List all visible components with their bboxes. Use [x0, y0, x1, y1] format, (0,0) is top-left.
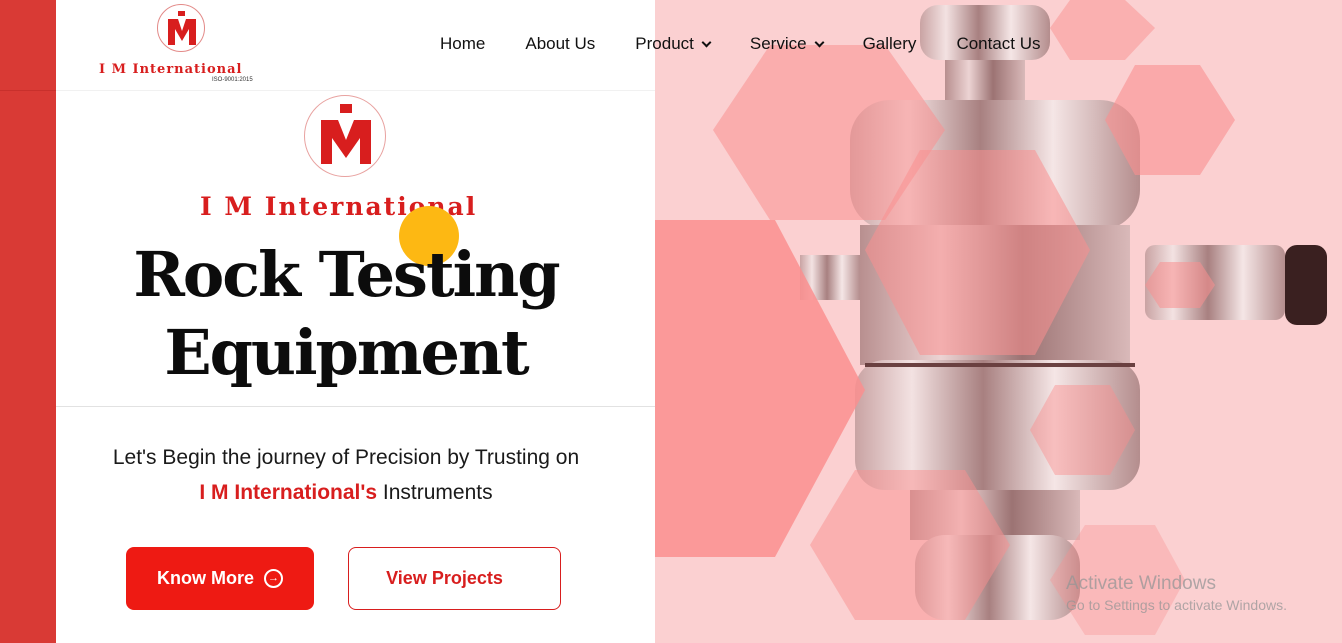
chevron-down-icon [701, 37, 712, 47]
nav-service-label: Service [749, 34, 807, 53]
hero-tagline-rest: Instruments [377, 481, 493, 504]
logo-emblem-icon [157, 4, 205, 52]
nav-product-label: Product [635, 34, 694, 53]
nav-about-label: About Us [525, 34, 596, 53]
know-more-label: Know More [157, 568, 254, 588]
hero-tagline-brand: I M International's [199, 481, 378, 504]
know-more-button[interactable]: Know More → [126, 547, 314, 610]
hero-title-line1: Rock Testing [133, 238, 560, 311]
watermark-title: Activate Windows [1066, 573, 1216, 594]
arrow-right-circle-icon: → [264, 569, 283, 588]
nav-about-us[interactable]: About Us [525, 34, 595, 54]
nav-gallery[interactable]: Gallery [863, 34, 917, 54]
view-projects-label: View Projects [386, 568, 503, 588]
nav-contact-label: Contact Us [956, 34, 1041, 53]
view-projects-button[interactable]: View Projects [348, 547, 561, 610]
hero-title-line2: Equipment [164, 316, 529, 389]
hero-tagline-line1: Let's Begin the journey of Precision by … [112, 446, 580, 469]
hero-logo-emblem-icon [304, 95, 386, 177]
watermark-subtitle: Go to Settings to activate Windows. [1066, 597, 1287, 613]
left-accent-strip [0, 0, 56, 643]
nav-gallery-label: Gallery [862, 34, 917, 53]
header-logo[interactable]: I M International ISO-9001:2015 [95, 4, 270, 89]
nav-home-label: Home [440, 34, 486, 53]
hero-title: Rock Testing Equipment [56, 236, 636, 392]
os-activation-watermark: Activate Windows Go to Settings to activ… [1066, 573, 1287, 613]
hero-tagline: Let's Begin the journey of Precision by … [56, 440, 636, 510]
main-navigation: Home About Us Product Service Gallery Co… [440, 32, 1041, 56]
load-cell-illustration [655, 0, 1327, 635]
nav-product[interactable]: Product [635, 34, 712, 54]
hero-product-image [655, 0, 1342, 643]
chevron-down-icon [814, 37, 825, 47]
header-logo-brand: I M International [99, 62, 243, 77]
nav-contact-us[interactable]: Contact Us [956, 34, 1040, 54]
header-divider [56, 90, 655, 91]
hero-divider [56, 406, 655, 407]
nav-home[interactable]: Home [440, 34, 485, 54]
nav-service[interactable]: Service [749, 34, 825, 54]
header-logo-iso: ISO-9001:2015 [212, 77, 253, 83]
